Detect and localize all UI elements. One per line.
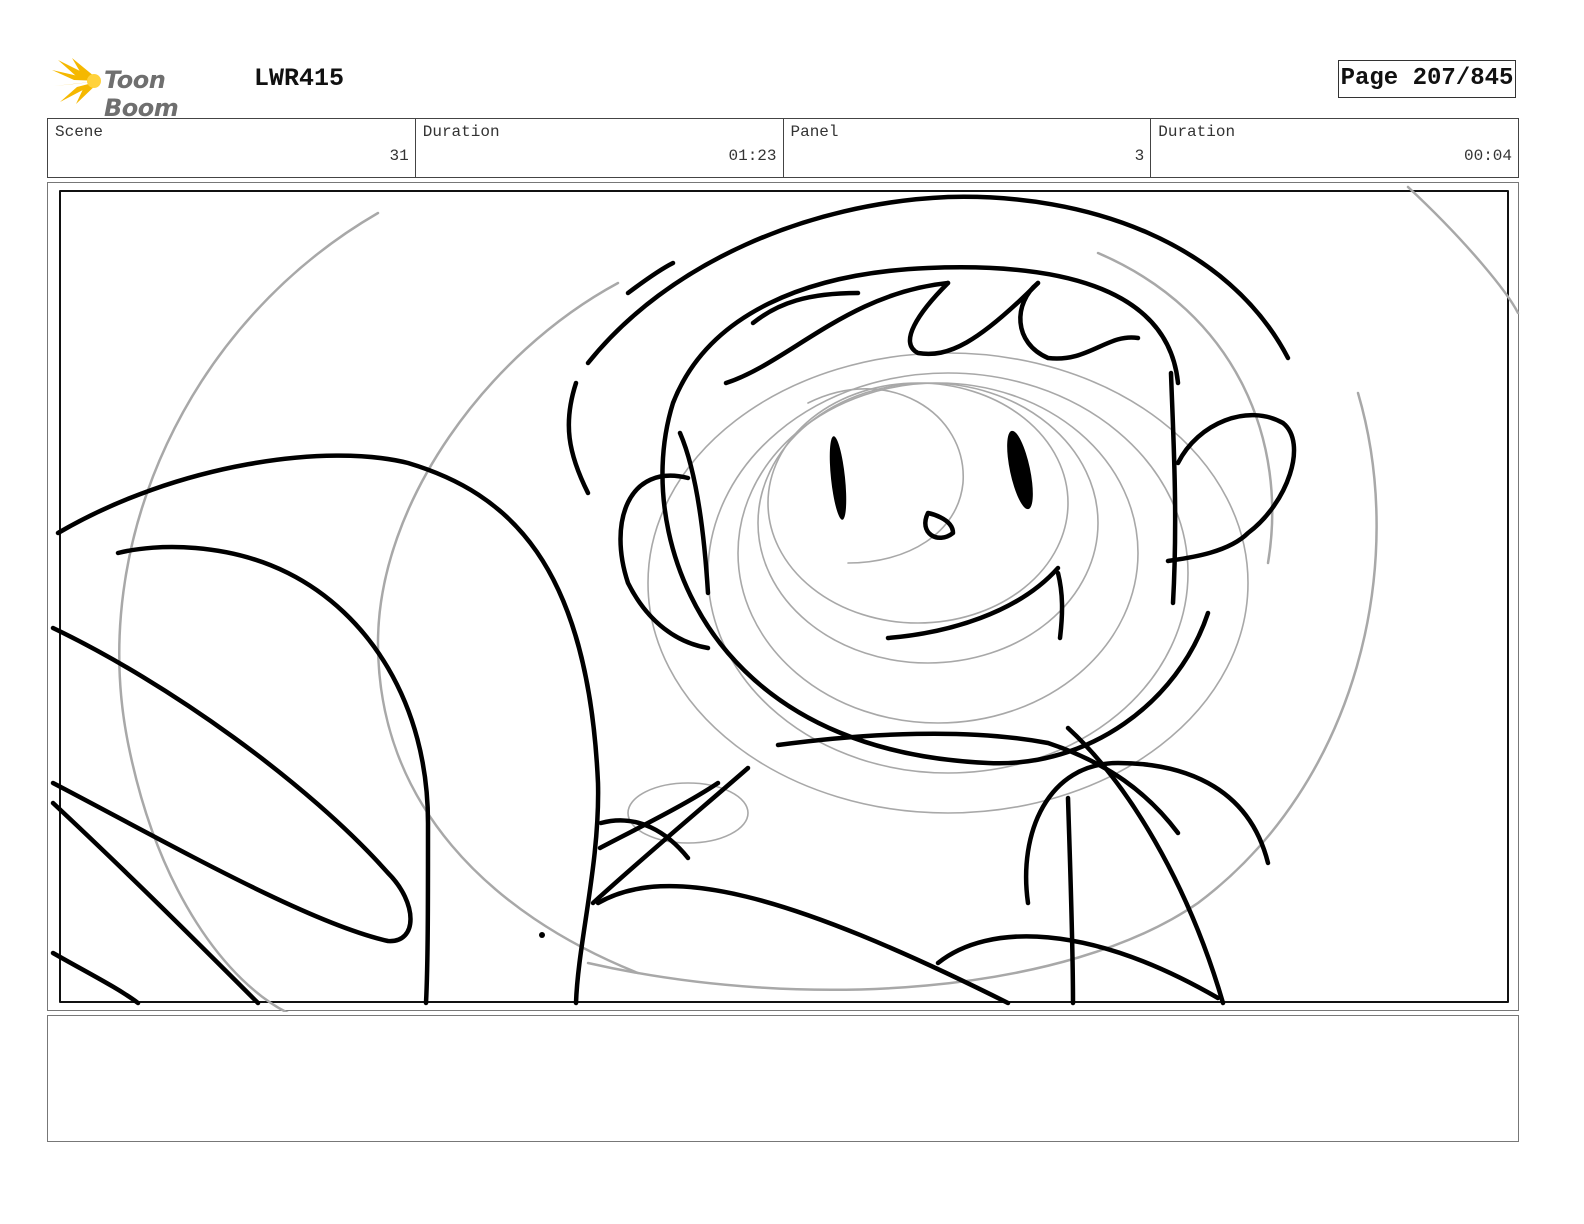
panel-label: Panel (790, 123, 839, 141)
panel-duration-label: Duration (1158, 123, 1236, 141)
info-bar: Scene 31 Duration 01:23 Panel 3 Duration… (47, 118, 1519, 178)
starburst-icon (52, 58, 101, 104)
panel-sketch (50, 185, 1520, 1012)
panel-duration-cell: Duration 00:04 (1151, 119, 1518, 177)
scene-label: Scene (55, 123, 104, 141)
scene-cell: Scene 31 (48, 119, 416, 177)
logo-text: Toon Boom (104, 66, 179, 122)
page-indicator: Page 207/845 (1338, 60, 1516, 98)
scene-duration-cell: Duration 01:23 (416, 119, 784, 177)
scene-duration-value: 01:23 (728, 147, 777, 165)
project-code: LWR415 (254, 64, 345, 93)
toon-boom-logo: Toon Boom (50, 56, 240, 122)
notes-box (47, 1015, 1519, 1142)
panel-value: 3 (1134, 147, 1145, 165)
storyboard-panel (47, 182, 1520, 1012)
panel-cell: Panel 3 (784, 119, 1152, 177)
panel-duration-value: 00:04 (1463, 147, 1512, 165)
scene-duration-label: Duration (422, 123, 500, 141)
scene-value: 31 (389, 147, 409, 165)
